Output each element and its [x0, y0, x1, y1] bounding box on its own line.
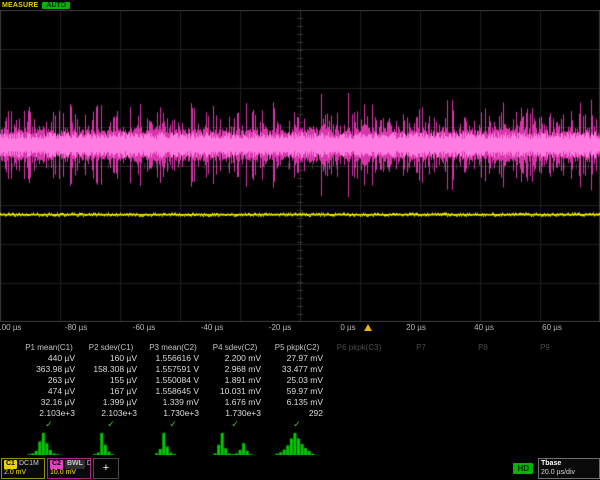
param-histicon	[86, 431, 136, 455]
c1-vdiv-value: 2.0 mV	[4, 469, 42, 478]
param-histicon	[210, 431, 260, 455]
param-histicon	[24, 431, 74, 455]
param-header[interactable]: P7	[390, 342, 452, 353]
param-value: 1.730e+3	[204, 408, 266, 419]
bottom-bar-spacer	[121, 458, 511, 479]
param-column: P6 pkpk(C3)	[328, 342, 390, 455]
param-value: 440 µV	[18, 353, 80, 364]
add-trace-button[interactable]: +	[93, 458, 119, 479]
param-header[interactable]: P1 mean(C1)	[18, 342, 80, 353]
c1-channel-chip: C1	[4, 460, 17, 469]
param-value: 363.98 µV	[18, 364, 80, 375]
bottom-descriptor-bar: C1 DC1M 2.0 mV C2 BWL DC1M 10.0 mV + HD …	[0, 457, 600, 480]
param-value: 1.676 mV	[204, 397, 266, 408]
param-value: 160 µV	[80, 353, 142, 364]
param-value: 1.556616 V	[142, 353, 204, 364]
param-value: 33.477 mV	[266, 364, 328, 375]
param-value: 2.103e+3	[80, 408, 142, 419]
hd-badge: HD	[513, 463, 533, 474]
param-status-check: ✓	[142, 419, 204, 429]
param-column: P10	[576, 342, 600, 455]
time-axis-label: 20 µs	[406, 323, 426, 332]
time-axis-label: -80 µs	[65, 323, 87, 332]
param-value: 158.308 µV	[80, 364, 142, 375]
time-axis-label: -20 µs	[269, 323, 291, 332]
param-header[interactable]: P9	[514, 342, 576, 353]
time-axis-label: 40 µs	[474, 323, 494, 332]
param-column: P3 mean(C2)1.556616 V1.557591 V1.550084 …	[142, 342, 204, 455]
param-value: 6.135 mV	[266, 397, 328, 408]
graticule	[0, 10, 600, 322]
param-value: 263 µV	[18, 375, 80, 386]
timebase-tdiv-value: 20.0 µs/div	[541, 469, 597, 478]
param-value: 32.16 µV	[18, 397, 80, 408]
c2-coupling-label: DC1M	[87, 460, 91, 469]
param-value: 25.03 mV	[266, 375, 328, 386]
param-status-check: ✓	[18, 419, 80, 429]
param-value: 1.557591 V	[142, 364, 204, 375]
param-column: P2 sdev(C1)160 µV158.308 µV155 µV167 µV1…	[80, 342, 142, 455]
param-value: 292	[266, 408, 328, 419]
param-histicon	[272, 431, 322, 455]
param-value: 167 µV	[80, 386, 142, 397]
time-axis: -100 µs -80 µs -60 µs -40 µs -20 µs 0 µs 20 µs…	[0, 322, 600, 334]
param-header[interactable]: P4 sdev(C2)	[204, 342, 266, 353]
waveform-display[interactable]	[0, 10, 600, 322]
time-axis-label: -40 µs	[201, 323, 223, 332]
param-value: 2.968 mV	[204, 364, 266, 375]
param-column: P1 mean(C1)440 µV363.98 µV263 µV474 µV32…	[18, 342, 80, 455]
param-header[interactable]: P10	[576, 342, 600, 353]
timebase-descriptor-box[interactable]: Tbase 20.0 µs/div	[538, 458, 600, 479]
c1-descriptor-box[interactable]: C1 DC1M 2.0 mV	[1, 458, 45, 479]
param-column: P9	[514, 342, 576, 455]
time-axis-label: 0 µs	[340, 323, 355, 332]
param-value: 59.97 mV	[266, 386, 328, 397]
param-header[interactable]: P3 mean(C2)	[142, 342, 204, 353]
param-header[interactable]: P8	[452, 342, 514, 353]
c2-channel-chip: C2	[50, 460, 63, 469]
c1-coupling-label: DC1M	[19, 460, 39, 469]
param-header[interactable]: P6 pkpk(C3)	[328, 342, 390, 353]
time-axis-label: 60 µs	[542, 323, 562, 332]
param-value: 1.550084 V	[142, 375, 204, 386]
time-axis-label: -60 µs	[133, 323, 155, 332]
measure-indicator: MEASURE	[2, 2, 38, 9]
param-value: 2.200 mV	[204, 353, 266, 364]
param-status-check: ✓	[266, 419, 328, 429]
param-header[interactable]: P5 pkpk(C2)	[266, 342, 328, 353]
param-column: P4 sdev(C2)2.200 mV2.968 mV1.891 mV10.03…	[204, 342, 266, 455]
oscilloscope-screen: MEASURE AUTO -100 µs -80 µs -60 µs -40 µs -2…	[0, 0, 600, 480]
param-column: P8	[452, 342, 514, 455]
top-status-bar: MEASURE AUTO	[0, 0, 600, 10]
param-value: 1.558645 V	[142, 386, 204, 397]
param-value: 1.891 mV	[204, 375, 266, 386]
time-axis-label: -100 µs	[0, 323, 21, 332]
param-value: 155 µV	[80, 375, 142, 386]
param-value: 27.97 mV	[266, 353, 328, 364]
c2-vdiv-value: 10.0 mV	[50, 469, 88, 478]
param-value: 1.730e+3	[142, 408, 204, 419]
param-header[interactable]: P2 sdev(C1)	[80, 342, 142, 353]
trigger-mode-badge: AUTO	[42, 2, 70, 9]
param-column: P5 pkpk(C2)27.97 mV33.477 mV25.03 mV59.9…	[266, 342, 328, 455]
c2-descriptor-box[interactable]: C2 BWL DC1M 10.0 mV	[47, 458, 91, 479]
param-value: 474 µV	[18, 386, 80, 397]
param-histicon	[148, 431, 198, 455]
measurement-table: P1 mean(C1)440 µV363.98 µV263 µV474 µV32…	[0, 342, 600, 455]
param-value: 1.339 mV	[142, 397, 204, 408]
param-value: 10.031 mV	[204, 386, 266, 397]
param-status-check: ✓	[204, 419, 266, 429]
param-value: 1.399 µV	[80, 397, 142, 408]
param-status-check: ✓	[80, 419, 142, 429]
timebase-label: Tbase	[541, 460, 597, 469]
param-value: 2.103e+3	[18, 408, 80, 419]
trigger-position-marker[interactable]	[364, 324, 372, 331]
param-column: P7	[390, 342, 452, 455]
c2-bwl-chip: BWL	[65, 460, 85, 469]
